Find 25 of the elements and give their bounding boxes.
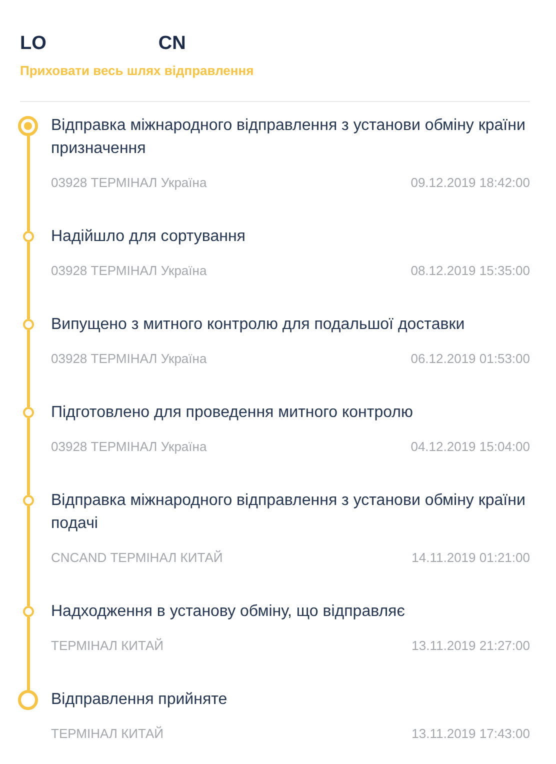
event-datetime: 06.12.2019 01:53:00 [410, 350, 530, 368]
event-title: Надійшло для сортування [51, 227, 246, 247]
event-title: Відправлення прийняте [51, 690, 228, 710]
event-datetime: 04.12.2019 15:04:00 [410, 438, 530, 456]
event-datetime: 13.11.2019 17:43:00 [412, 725, 530, 743]
event-location: 03928 ТЕРМІНАЛ Україна [51, 438, 207, 456]
event-datetime: 09.12.2019 18:42:00 [410, 174, 530, 192]
tracking-number: CN [158, 32, 186, 56]
event-location: ТЕРМІНАЛ КИТАЙ [51, 725, 164, 743]
event-location: 03928 ТЕРМІНАЛ Україна [51, 174, 207, 192]
event-location: ТЕРМІНАЛ КИТАЙ [51, 637, 164, 655]
event-title: Відправка міжнародного відправлення з установи обміну країни призначення [51, 116, 526, 159]
event-datetime: 14.11.2019 01:21:00 [412, 549, 530, 567]
event-title: Надходження в установу обміну, що відправляє [51, 602, 406, 622]
hide-route-link[interactable]: Приховати весь шлях відправлення [18, 63, 530, 79]
timeline-node-icon [18, 690, 38, 710]
event-title: Підготовлено для проведення митного контролю [51, 403, 414, 423]
tracking-number: LO [20, 32, 46, 56]
event-title: Випущено з митного контролю для подальшої доставки [51, 315, 466, 335]
event-datetime: 13.11.2019 21:27:00 [412, 637, 530, 655]
event-location: CNCAND ТЕРМІНАЛ КИТАЙ [51, 549, 223, 567]
event-title: Відправка міжнародного відправлення з установи обміну країни подачі [51, 491, 526, 534]
event-location: 03928 ТЕРМІНАЛ Україна [51, 262, 207, 280]
event-location: 03928 ТЕРМІНАЛ Україна [51, 350, 207, 368]
event-datetime: 08.12.2019 15:35:00 [410, 262, 530, 280]
